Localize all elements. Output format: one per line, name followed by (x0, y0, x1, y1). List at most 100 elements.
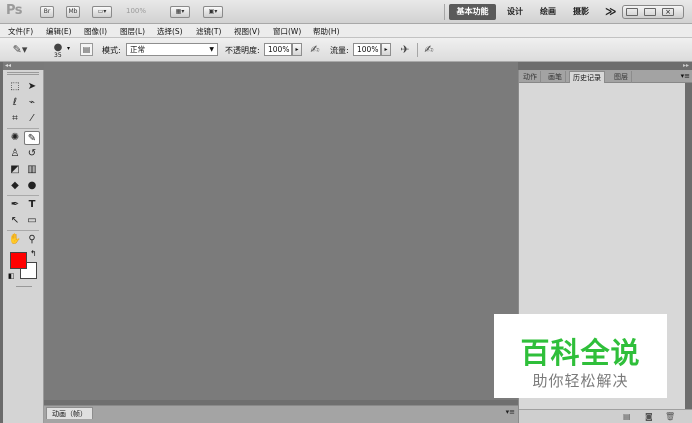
watermark-subtitle: 助你轻松解决 (532, 372, 629, 390)
tab-history[interactable]: 历史记录 (569, 71, 605, 83)
tab-actions[interactable]: 动作 (520, 71, 541, 83)
workspace-essentials[interactable]: 基本功能 (449, 4, 496, 20)
document-area[interactable] (44, 62, 518, 406)
tools-grip[interactable] (7, 72, 39, 75)
blend-mode-value: 正常 (130, 45, 145, 54)
healing-icon[interactable]: ✺ (7, 131, 23, 145)
brush-icon[interactable]: ✎ (24, 131, 40, 145)
default-colors-icon[interactable]: ◧ (8, 272, 15, 280)
gradient-icon[interactable]: ▥ (24, 163, 40, 177)
flow-slider-button[interactable]: ▸ (381, 43, 391, 56)
mode-label: 模式: (102, 46, 121, 55)
application-bar: Ps Br Mb ▭▾ 100% ▦▾ ▣▾ 基本功能 设计 绘画 摄影 ≫ × (0, 0, 692, 24)
zoom-level[interactable]: 100% (126, 7, 146, 15)
screen-mode-button[interactable]: ▣▾ (203, 6, 223, 18)
flow-label: 流量: (330, 46, 349, 55)
tab-brushes[interactable]: 画笔 (545, 71, 566, 83)
quick-select-icon[interactable]: ⌁ (24, 96, 40, 110)
watermark-title: 百科全说 (520, 336, 641, 370)
watermark: 百科全说 助你轻松解决 (494, 314, 667, 398)
menu-bar: 文件(F) 编辑(E) 图像(I) 图层(L) 选择(S) 滤镜(T) 视图(V… (0, 24, 692, 38)
type-icon[interactable]: T (24, 198, 40, 212)
menu-edit[interactable]: 编辑(E) (46, 26, 72, 37)
tools-collapse-button[interactable]: ◂◂ (3, 62, 44, 70)
workspace-photography[interactable]: 摄影 (569, 4, 593, 20)
menu-select[interactable]: 选择(S) (157, 26, 183, 37)
bridge-button[interactable]: Br (40, 6, 54, 18)
panel-menu-icon[interactable]: ▾≡ (681, 72, 690, 80)
tool-divider (7, 230, 39, 231)
panel-tabs: 动作 画笔 历史记录 图层 ▾≡ (519, 70, 692, 83)
tools-panel: ◂◂ ⬚ ➤ ℓ ⌁ ⌗ ⁄ ✺ ✎ ♙ ↺ ◩ ▥ ◆ ● ✒ T ↖ ▭ ✋… (3, 62, 44, 423)
eraser-icon[interactable]: ◩ (7, 163, 23, 177)
tool-divider (7, 128, 39, 129)
panel-menu-icon[interactable]: ▾≡ (506, 408, 515, 416)
new-document-from-state-icon[interactable]: ▤ (623, 412, 631, 421)
brush-panel-toggle[interactable]: ▤ (80, 43, 93, 56)
chevron-down-icon: ▼ (209, 46, 214, 53)
chevron-down-icon[interactable]: ▾ (67, 45, 70, 52)
dodge-icon[interactable]: ● (24, 179, 40, 193)
arrange-icon: ▦▾ (175, 8, 185, 15)
opacity-slider-button[interactable]: ▸ (292, 43, 302, 56)
workspace-design[interactable]: 设计 (503, 4, 527, 20)
hand-icon[interactable]: ✋ (7, 233, 23, 247)
delete-state-icon[interactable]: 🗑 (665, 412, 675, 421)
options-bar: ✎▾ ● 35 ▾ ▤ 模式: 正常 ▼ 不透明度: 100% ▸ ✍ 流量: … (0, 38, 692, 62)
swap-colors-icon[interactable]: ↰ (30, 249, 37, 258)
crop-icon[interactable]: ⌗ (7, 112, 23, 126)
menu-help[interactable]: 帮助(H) (313, 26, 340, 37)
zoom-icon[interactable]: ⚲ (24, 233, 40, 247)
flow-field[interactable]: 100% (353, 43, 381, 56)
tablet-opacity-icon[interactable]: ✍ (307, 42, 323, 58)
close-icon[interactable]: × (662, 8, 674, 16)
lasso-icon[interactable]: ℓ (7, 96, 23, 110)
screen-mode-icon: ▣▾ (208, 8, 218, 15)
window-controls: × (622, 5, 684, 19)
brush-panel-icon: ▤ (82, 45, 91, 54)
view-extras-button[interactable]: ▭▾ (92, 6, 112, 18)
tool-divider (7, 195, 39, 196)
menu-view[interactable]: 视图(V) (234, 26, 260, 37)
new-snapshot-icon[interactable]: ◙ (645, 412, 653, 421)
appbar-divider (444, 4, 445, 20)
tool-preset-picker[interactable]: ✎▾ (12, 42, 28, 58)
minimize-icon[interactable] (626, 8, 638, 16)
menu-window[interactable]: 窗口(W) (273, 26, 301, 37)
mini-bridge-button[interactable]: Mb (66, 6, 80, 18)
opacity-field[interactable]: 100% (264, 43, 292, 56)
arrange-documents-button[interactable]: ▦▾ (170, 6, 190, 18)
workspace-painting[interactable]: 绘画 (536, 4, 560, 20)
stamp-icon[interactable]: ♙ (7, 147, 23, 161)
view-extras-icon: ▭▾ (97, 8, 107, 15)
blend-mode-select[interactable]: 正常 ▼ (126, 43, 218, 56)
right-dock-edge (685, 83, 692, 409)
eyedropper-icon[interactable]: ⁄ (24, 112, 40, 126)
right-panel-collapse-button[interactable]: ▸▸ (518, 62, 692, 70)
tab-layers[interactable]: 图层 (611, 71, 632, 83)
brush-size-value: 35 (54, 52, 62, 59)
foreground-color-swatch[interactable] (10, 252, 27, 269)
maximize-icon[interactable] (644, 8, 656, 16)
move-icon[interactable]: ➤ (24, 80, 40, 94)
menu-layer[interactable]: 图层(L) (120, 26, 145, 37)
options-divider (417, 43, 418, 57)
history-brush-icon[interactable]: ↺ (24, 147, 40, 161)
animation-panel: 动画（帧） ▾≡ (44, 405, 518, 423)
marquee-icon[interactable]: ⬚ (7, 80, 23, 94)
quick-mask-button[interactable] (16, 286, 32, 287)
shape-icon[interactable]: ▭ (24, 214, 40, 228)
menu-file[interactable]: 文件(F) (8, 26, 33, 37)
more-workspaces-button[interactable]: ≫ (601, 4, 621, 20)
brush-preset-icon: ✎▾ (12, 43, 28, 56)
menu-image[interactable]: 图像(I) (84, 26, 107, 37)
path-select-icon[interactable]: ↖ (7, 214, 23, 228)
tab-animation-frames[interactable]: 动画（帧） (46, 407, 93, 419)
airbrush-icon[interactable]: ✈ (397, 42, 413, 58)
tablet-size-icon[interactable]: ✍ (421, 42, 437, 58)
menu-filter[interactable]: 滤镜(T) (196, 26, 221, 37)
blur-icon[interactable]: ◆ (7, 179, 23, 193)
opacity-label: 不透明度: (225, 46, 260, 55)
pen-icon[interactable]: ✒ (7, 198, 23, 212)
photoshop-logo: Ps (6, 3, 23, 18)
